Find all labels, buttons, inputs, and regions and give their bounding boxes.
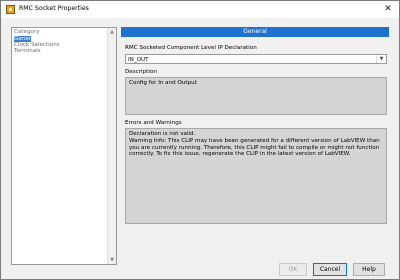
section-header: General: [121, 27, 389, 37]
close-button[interactable]: ✕: [377, 1, 399, 18]
window-title: RMC Socket Properties: [19, 5, 89, 12]
ip-declaration-select[interactable]: IN_OUT ▼: [125, 54, 387, 64]
ip-declaration-label: RMC Socketed Component Level IP Declarat…: [125, 45, 257, 51]
description-text: Config for In and Output: [129, 80, 197, 86]
category-header: Category: [14, 29, 40, 35]
title-bar[interactable]: RMC Socket Properties ✕: [1, 1, 399, 18]
dialog-window: RMC Socket Properties ✕ Category General…: [0, 0, 400, 280]
scroll-up-icon[interactable]: ▲: [108, 28, 116, 36]
help-button[interactable]: Help: [353, 263, 385, 276]
chevron-down-icon[interactable]: ▼: [376, 55, 386, 63]
app-icon: [6, 5, 15, 14]
scroll-down-icon[interactable]: ▼: [108, 256, 116, 264]
category-items: General Clock Selections Terminals: [14, 36, 106, 55]
errors-line-1: Declaration is not valid.: [129, 131, 196, 137]
errors-line-2: Warning Info: This CLIP may have been ge…: [129, 137, 380, 158]
category-item-terminals[interactable]: Terminals: [14, 48, 106, 54]
description-box: Config for In and Output: [125, 77, 387, 115]
description-label: Description: [125, 69, 157, 75]
category-list: Category General Clock Selections Termin…: [11, 27, 117, 265]
ip-declaration-value: IN_OUT: [128, 56, 149, 63]
errors-label: Errors and Warnings: [125, 120, 182, 126]
errors-box: Declaration is not valid. Warning Info: …: [125, 128, 387, 224]
cancel-button[interactable]: Cancel: [313, 263, 347, 276]
category-scrollbar[interactable]: ▲ ▼: [107, 28, 116, 264]
ok-button[interactable]: OK: [279, 263, 307, 276]
errors-text: Declaration is not valid. Warning Info: …: [129, 131, 383, 158]
